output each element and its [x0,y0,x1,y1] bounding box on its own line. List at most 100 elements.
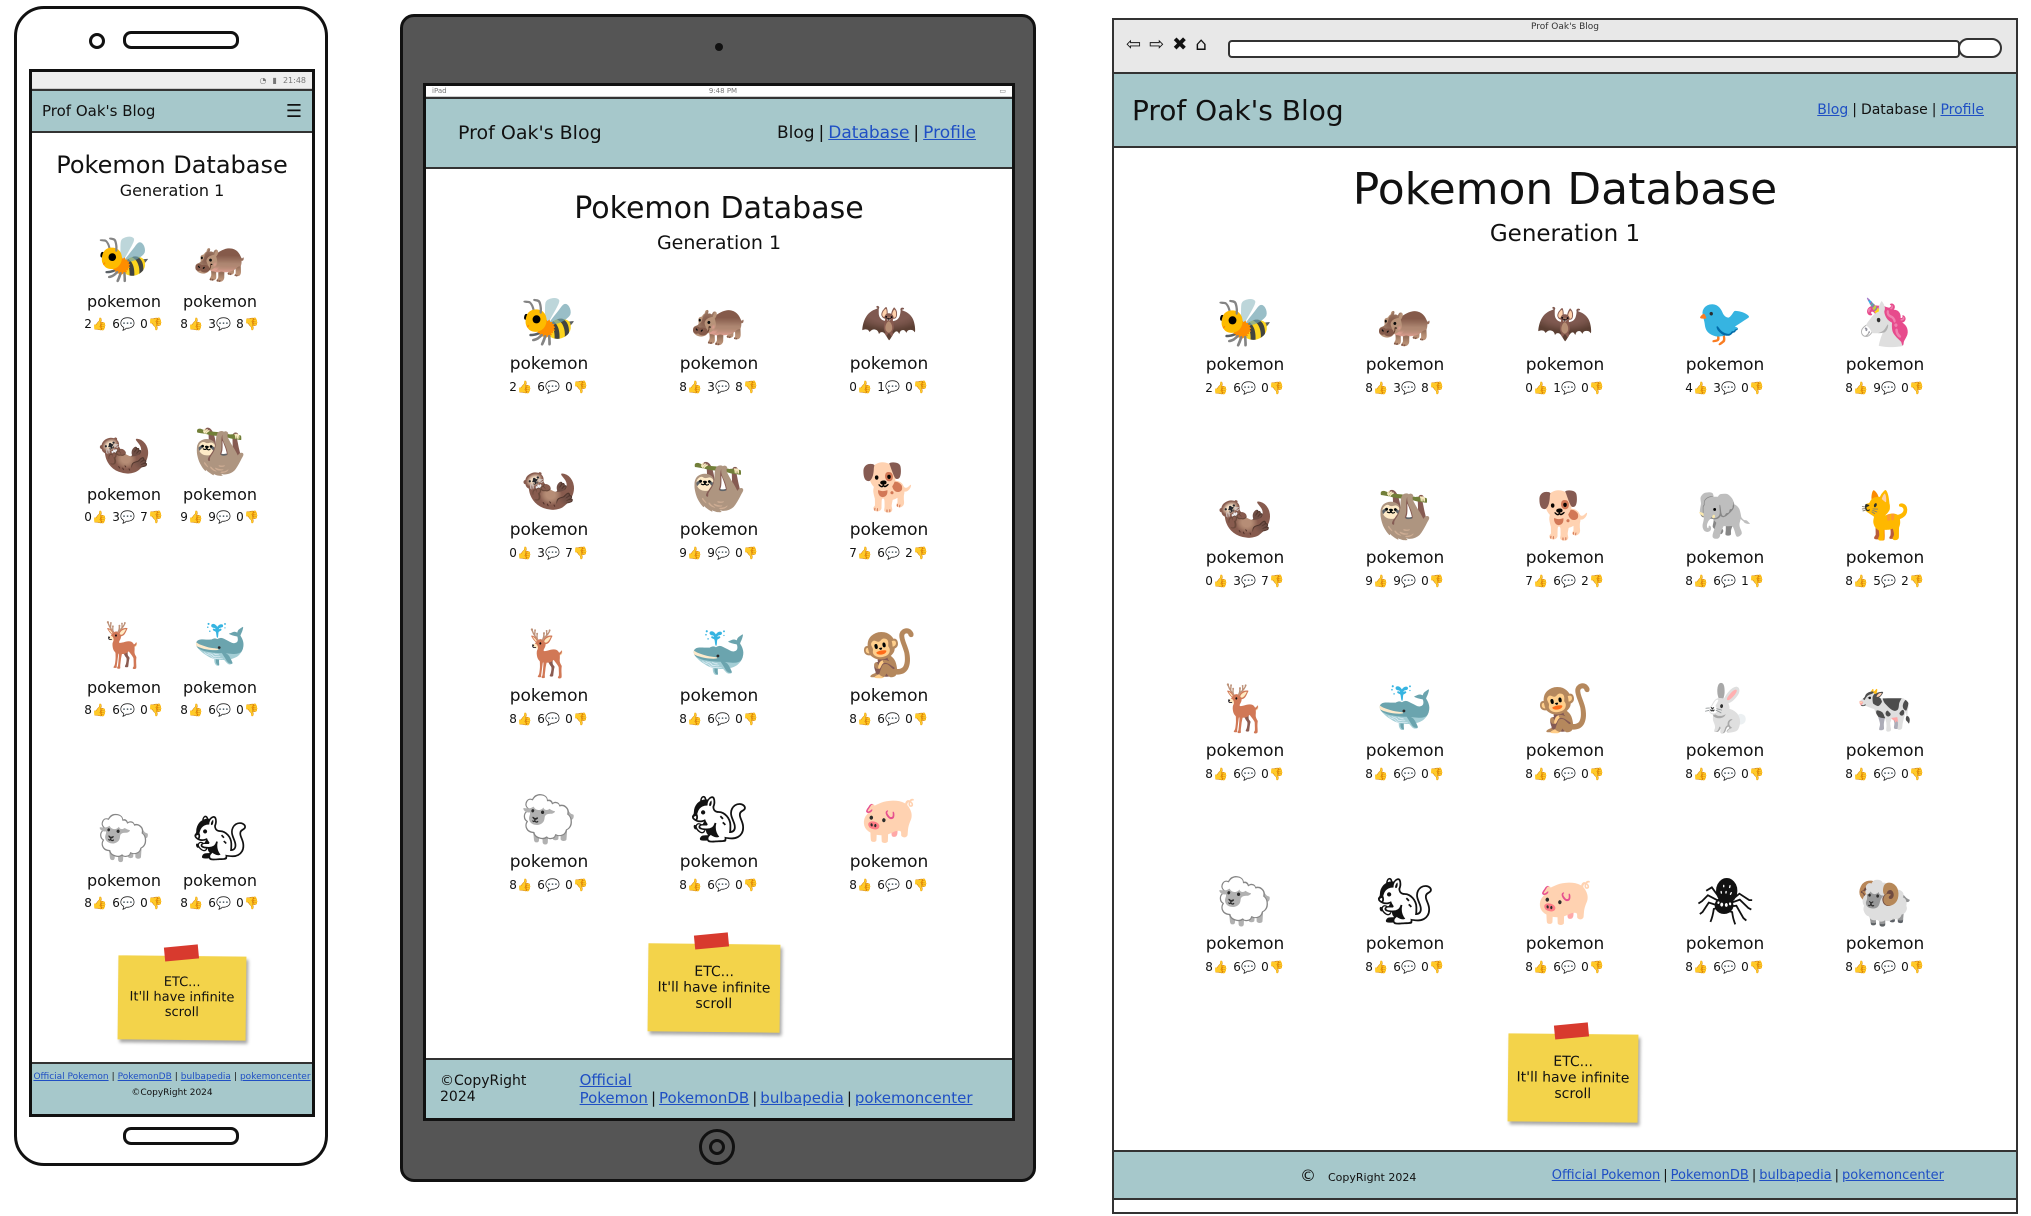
footer-link-pokemoncenter[interactable]: pokemoncenter [855,1089,973,1107]
comment-icon[interactable]: 💬 [715,380,730,394]
nav-profile[interactable]: Profile [1940,102,1984,118]
thumbs-down-icon[interactable]: 👎 [573,546,588,560]
comment-icon[interactable]: 💬 [1561,574,1576,588]
comment-icon[interactable]: 💬 [1721,960,1736,974]
footer-link-pokemondb[interactable]: PokemonDB [1671,1168,1749,1183]
comment-icon[interactable]: 💬 [216,317,231,331]
thumbs-down-icon[interactable]: 👎 [244,896,259,910]
thumbs-up-icon[interactable]: 👍 [92,317,107,331]
pokemon-card[interactable]: 🦦 pokemon 0👍 3💬 7👎 [464,440,634,606]
thumbs-up-icon[interactable]: 👍 [1853,381,1868,395]
pokemon-card[interactable]: 🐇 pokemon 8👍 6💬 0👎 [1645,657,1805,850]
comment-icon[interactable]: 💬 [120,317,135,331]
thumbs-up-icon[interactable]: 👍 [1853,960,1868,974]
thumbs-down-icon[interactable]: 👎 [1269,381,1284,395]
thumbs-up-icon[interactable]: 👍 [188,317,203,331]
thumbs-up-icon[interactable]: 👍 [1693,574,1708,588]
footer-link-official-pokemon[interactable]: Official Pokemon [33,1072,108,1082]
thumbs-up-icon[interactable]: 👍 [1853,767,1868,781]
pokemon-card[interactable]: 🦌 pokemon 8👍 6💬 0👎 [464,606,634,772]
footer-link-bulbapedia[interactable]: bulbapedia [1759,1168,1831,1183]
pokemon-card[interactable]: 🦇 pokemon 0👍 1💬 0👎 [1485,271,1645,464]
footer-link-official-pokemon[interactable]: Official Pokemon [1552,1168,1661,1183]
thumbs-up-icon[interactable]: 👍 [857,712,872,726]
thumbs-down-icon[interactable]: 👎 [244,317,259,331]
thumbs-up-icon[interactable]: 👍 [1373,960,1388,974]
comment-icon[interactable]: 💬 [1401,574,1416,588]
footer-link-pokemondb[interactable]: PokemonDB [118,1072,172,1082]
pokemon-card[interactable]: 🐄 pokemon 8👍 6💬 0👎 [1805,657,1965,850]
pokemon-card[interactable]: 🐘 pokemon 8👍 6💬 1👎 [1645,464,1805,657]
thumbs-down-icon[interactable]: 👎 [913,878,928,892]
nav-blog[interactable]: Blog [1817,102,1848,118]
comment-icon[interactable]: 💬 [1401,381,1416,395]
thumbs-up-icon[interactable]: 👍 [857,380,872,394]
comment-icon[interactable]: 💬 [120,896,135,910]
thumbs-up-icon[interactable]: 👍 [517,878,532,892]
thumbs-down-icon[interactable]: 👎 [1589,574,1604,588]
thumbs-up-icon[interactable]: 👍 [1853,574,1868,588]
thumbs-down-icon[interactable]: 👎 [1589,767,1604,781]
thumbs-up-icon[interactable]: 👍 [1213,381,1228,395]
thumbs-down-icon[interactable]: 👎 [1429,574,1444,588]
thumbs-down-icon[interactable]: 👎 [573,380,588,394]
pokemon-card[interactable]: 🐒 pokemon 8👍 6💬 0👎 [804,606,974,772]
pokemon-card[interactable]: 🐖 pokemon 8👍 6💬 0👎 [804,772,974,938]
thumbs-down-icon[interactable]: 👎 [1749,960,1764,974]
thumbs-up-icon[interactable]: 👍 [857,878,872,892]
pokemon-card[interactable]: 🦛 pokemon 8👍 3💬 8👎 [634,274,804,440]
thumbs-up-icon[interactable]: 👍 [517,546,532,560]
comment-icon[interactable]: 💬 [885,380,900,394]
thumbs-up-icon[interactable]: 👍 [517,380,532,394]
pokemon-card[interactable]: 🐒 pokemon 8👍 6💬 0👎 [1485,657,1645,850]
forward-icon[interactable]: ⇨ [1149,34,1164,55]
comment-icon[interactable]: 💬 [1241,381,1256,395]
pokemon-card[interactable]: 🦥 pokemon 9👍 9💬 0👎 [1325,464,1485,657]
pokemon-card[interactable]: 🐦 pokemon 4👍 3💬 0👎 [1645,271,1805,464]
pokemon-card[interactable]: 🐏 pokemon 8👍 6💬 0👎 [1805,850,1965,1043]
thumbs-up-icon[interactable]: 👍 [687,878,702,892]
comment-icon[interactable]: 💬 [545,878,560,892]
thumbs-down-icon[interactable]: 👎 [148,896,163,910]
comment-icon[interactable]: 💬 [545,380,560,394]
comment-icon[interactable]: 💬 [715,712,730,726]
comment-icon[interactable]: 💬 [120,510,135,524]
thumbs-down-icon[interactable]: 👎 [1429,767,1444,781]
thumbs-down-icon[interactable]: 👎 [1589,381,1604,395]
comment-icon[interactable]: 💬 [1561,960,1576,974]
comment-icon[interactable]: 💬 [1401,960,1416,974]
comment-icon[interactable]: 💬 [1241,767,1256,781]
thumbs-up-icon[interactable]: 👍 [1693,767,1708,781]
thumbs-down-icon[interactable]: 👎 [573,878,588,892]
thumbs-up-icon[interactable]: 👍 [517,712,532,726]
thumbs-up-icon[interactable]: 👍 [1533,574,1548,588]
thumbs-down-icon[interactable]: 👎 [743,380,758,394]
back-icon[interactable]: ⇦ [1126,34,1141,55]
pokemon-card[interactable]: 🐳 pokemon 8👍 6💬 0👎 [1325,657,1485,850]
thumbs-down-icon[interactable]: 👎 [743,546,758,560]
thumbs-up-icon[interactable]: 👍 [1373,381,1388,395]
pokemon-card[interactable]: 🐝 pokemon 2👍 6💬 0👎 [464,274,634,440]
nav-database[interactable]: Database [828,123,909,143]
pokemon-card[interactable]: 🦦 pokemon 0👍 3💬 7👎 [1165,464,1325,657]
comment-icon[interactable]: 💬 [885,878,900,892]
thumbs-down-icon[interactable]: 👎 [913,380,928,394]
search-icon[interactable] [1958,38,2002,58]
comment-icon[interactable]: 💬 [1561,381,1576,395]
pokemon-card[interactable]: 🦌 pokemon 8👍 6💬 0👎 [1165,657,1325,850]
thumbs-down-icon[interactable]: 👎 [1909,381,1924,395]
thumbs-down-icon[interactable]: 👎 [743,712,758,726]
pokemon-card[interactable]: 🦌 pokemon 8👍 6💬 0👎 [76,600,172,793]
comment-icon[interactable]: 💬 [1721,381,1736,395]
pokemon-card[interactable]: 🐿 pokemon 8👍 6💬 0👎 [634,772,804,938]
blog-title[interactable]: Prof Oak's Blog [1132,94,1344,127]
pokemon-card[interactable]: 🐝 pokemon 2👍 6💬 0👎 [1165,271,1325,464]
comment-icon[interactable]: 💬 [1561,767,1576,781]
pokemon-card[interactable]: 🐕 pokemon 7👍 6💬 2👎 [804,440,974,606]
thumbs-down-icon[interactable]: 👎 [913,712,928,726]
thumbs-down-icon[interactable]: 👎 [1269,574,1284,588]
home-icon[interactable]: ⌂ [1195,34,1206,55]
thumbs-up-icon[interactable]: 👍 [1533,960,1548,974]
comment-icon[interactable]: 💬 [1881,574,1896,588]
thumbs-down-icon[interactable]: 👎 [1749,381,1764,395]
